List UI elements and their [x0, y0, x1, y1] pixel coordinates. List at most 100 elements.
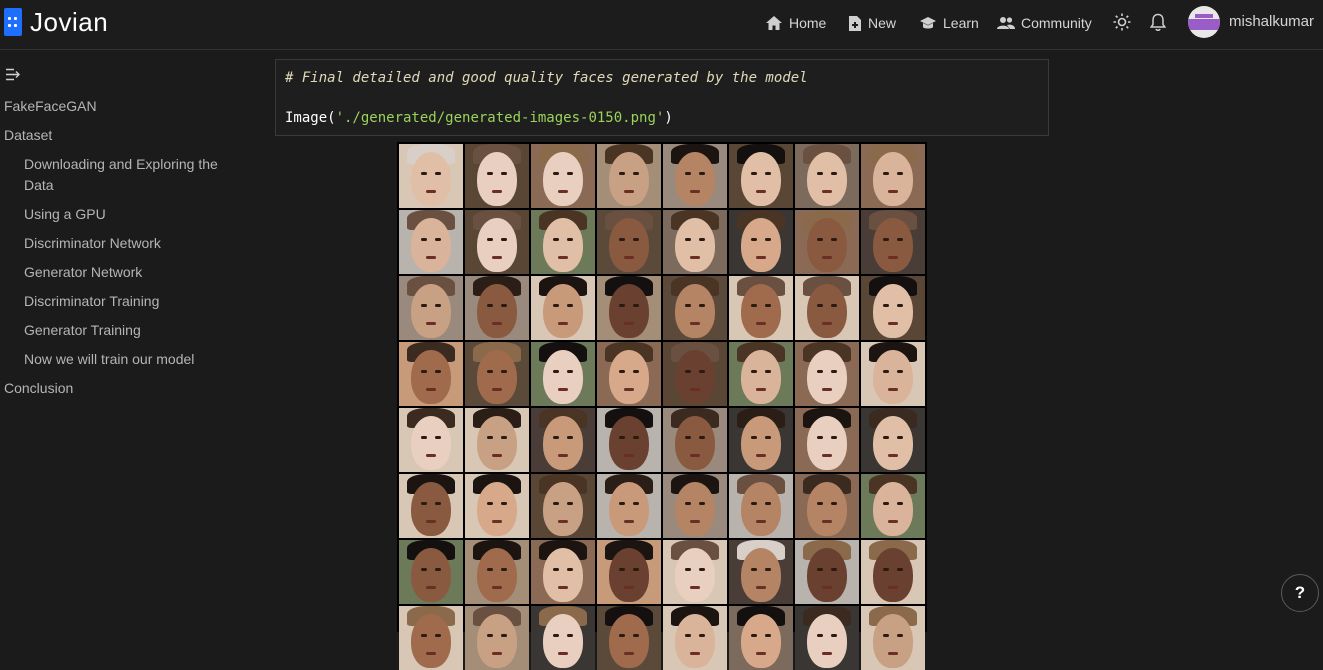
- graduation-cap-icon: [920, 16, 936, 28]
- generated-face-tile: [729, 408, 793, 472]
- generated-face-tile: [795, 210, 859, 274]
- generated-face-tile: [597, 144, 661, 208]
- generated-face-tile: [795, 540, 859, 604]
- generated-face-tile: [399, 276, 463, 340]
- generated-face-tile: [597, 540, 661, 604]
- generated-face-tile: [399, 342, 463, 406]
- generated-face-tile: [663, 210, 727, 274]
- generated-face-tile: [729, 540, 793, 604]
- generated-face-tile: [399, 540, 463, 604]
- toc-item-train-model[interactable]: Now we will train our model: [24, 349, 234, 370]
- home-icon: [766, 16, 782, 30]
- nav-community[interactable]: Community: [997, 0, 1092, 46]
- generated-face-tile: [399, 408, 463, 472]
- user-avatar[interactable]: [1188, 6, 1220, 38]
- bell-icon: [1150, 13, 1166, 31]
- generated-face-tile: [465, 144, 529, 208]
- generated-face-tile: [861, 276, 925, 340]
- generated-face-tile: [663, 540, 727, 604]
- generated-face-tile: [399, 606, 463, 670]
- generated-face-tile: [465, 342, 529, 406]
- brand-name: Jovian: [30, 7, 109, 37]
- generated-face-tile: [597, 606, 661, 670]
- generated-face-tile: [399, 474, 463, 538]
- collapse-sidebar-button[interactable]: [5, 68, 21, 86]
- generated-face-tile: [795, 606, 859, 670]
- jovian-logo-icon: [4, 8, 22, 36]
- collapse-sidebar-icon: [6, 68, 20, 81]
- code-close-paren: ): [664, 110, 673, 126]
- nav-community-label: Community: [1021, 15, 1092, 31]
- generated-face-tile: [465, 540, 529, 604]
- notifications-button[interactable]: [1148, 11, 1168, 33]
- generated-face-tile: [729, 144, 793, 208]
- toc-item-conclusion[interactable]: Conclusion: [4, 378, 73, 399]
- generated-face-tile: [531, 144, 595, 208]
- generated-face-tile: [531, 276, 595, 340]
- generated-face-tile: [861, 408, 925, 472]
- generated-face-tile: [861, 606, 925, 670]
- nav-new-label: New: [868, 15, 897, 31]
- generated-face-tile: [729, 342, 793, 406]
- generated-face-tile: [597, 474, 661, 538]
- generated-face-tile: [861, 210, 925, 274]
- generated-face-tile: [729, 474, 793, 538]
- generated-face-tile: [729, 606, 793, 670]
- generated-face-tile: [795, 342, 859, 406]
- code-cell[interactable]: # Final detailed and good quality faces …: [275, 59, 1049, 136]
- generated-face-tile: [531, 540, 595, 604]
- toc-item-discriminator-network[interactable]: Discriminator Network: [24, 233, 234, 254]
- generated-face-tile: [531, 210, 595, 274]
- generated-face-tile: [663, 408, 727, 472]
- generated-face-tile: [399, 144, 463, 208]
- generated-face-tile: [399, 210, 463, 274]
- generated-face-tile: [861, 342, 925, 406]
- nav-new[interactable]: New: [848, 0, 896, 46]
- generated-face-tile: [861, 540, 925, 604]
- toc-item-generator-network[interactable]: Generator Network: [24, 262, 234, 283]
- toc-item-downloading-data[interactable]: Downloading and Exploring the Data: [24, 154, 234, 196]
- generated-face-tile: [729, 210, 793, 274]
- toc-item-discriminator-training[interactable]: Discriminator Training: [24, 291, 234, 312]
- generated-face-tile: [597, 276, 661, 340]
- generated-face-tile: [531, 408, 595, 472]
- generated-face-tile: [795, 144, 859, 208]
- generated-face-tile: [465, 276, 529, 340]
- generated-face-tile: [663, 144, 727, 208]
- generated-face-tile: [597, 342, 661, 406]
- toc-item-fakefacegan[interactable]: FakeFaceGAN: [4, 96, 97, 117]
- generated-face-tile: [531, 474, 595, 538]
- generated-face-tile: [861, 474, 925, 538]
- code-string: './generated/generated-images-0150.png': [335, 110, 665, 126]
- generated-face-tile: [729, 276, 793, 340]
- generated-face-tile: [531, 342, 595, 406]
- nav-home-label: Home: [789, 15, 827, 31]
- nav-learn[interactable]: Learn: [919, 0, 979, 46]
- username[interactable]: mishalkumar: [1229, 13, 1314, 30]
- nav-learn-label: Learn: [943, 15, 979, 31]
- generated-face-tile: [465, 606, 529, 670]
- generated-face-tile: [795, 276, 859, 340]
- generated-face-tile: [597, 408, 661, 472]
- generated-face-tile: [663, 342, 727, 406]
- toc-item-dataset[interactable]: Dataset: [4, 125, 52, 146]
- generated-face-tile: [663, 276, 727, 340]
- code-line: Image('./generated/generated-images-0150…: [285, 110, 673, 126]
- generated-face-tile: [795, 474, 859, 538]
- toc-item-using-gpu[interactable]: Using a GPU: [24, 204, 234, 225]
- brand-logo[interactable]: Jovian: [4, 8, 108, 36]
- people-icon: [997, 17, 1015, 29]
- generated-face-tile: [465, 474, 529, 538]
- generated-face-tile: [861, 144, 925, 208]
- nav-home[interactable]: Home: [765, 0, 826, 46]
- generated-face-tile: [663, 474, 727, 538]
- generated-faces-image: [397, 142, 927, 670]
- theme-toggle-button[interactable]: [1112, 12, 1132, 32]
- help-button[interactable]: ?: [1281, 574, 1319, 612]
- generated-face-tile: [531, 606, 595, 670]
- generated-face-tile: [795, 408, 859, 472]
- generated-face-tile: [465, 210, 529, 274]
- toc-item-generator-training[interactable]: Generator Training: [24, 320, 234, 341]
- sun-icon: [1113, 13, 1131, 31]
- new-file-icon: [849, 15, 861, 31]
